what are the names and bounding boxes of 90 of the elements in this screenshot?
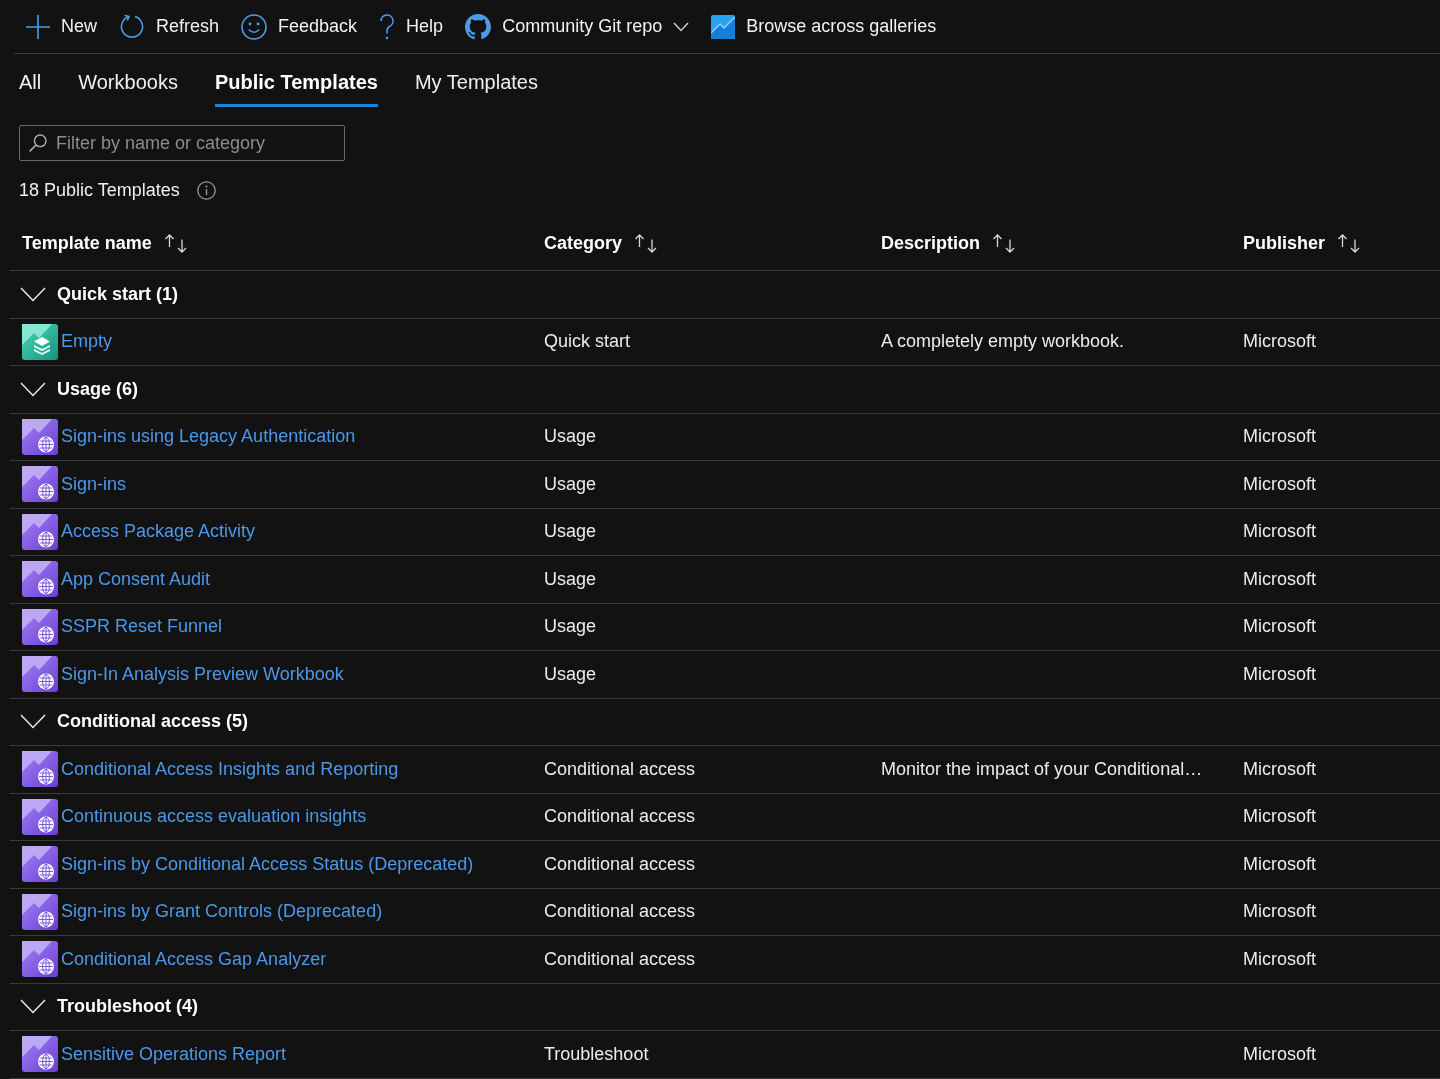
template-link[interactable]: Sensitive Operations Report [61, 1043, 287, 1065]
globe-tile-icon [22, 513, 58, 550]
template-link[interactable]: Sign-In Analysis Preview Workbook [61, 663, 344, 685]
chevron-down-icon[interactable] [20, 999, 46, 1015]
template-link[interactable]: Sign-ins by Grant Controls (Deprecated) [61, 901, 383, 923]
table-cell: Usage [544, 521, 597, 542]
table-cell: Conditional access [544, 901, 696, 922]
globe-tile-icon [22, 893, 58, 930]
table-cell: Microsoft [1243, 948, 1316, 969]
table-cell: Microsoft [1243, 901, 1316, 922]
table-cell: Microsoft [1243, 473, 1316, 494]
globe-tile-icon [22, 798, 58, 835]
search-icon [29, 134, 47, 152]
column-header[interactable]: Category [544, 232, 623, 254]
table-cell: Microsoft [1243, 331, 1316, 352]
table-cell: Microsoft [1243, 853, 1316, 874]
globe-tile-icon [22, 751, 58, 788]
table-cell: Conditional access [544, 758, 696, 779]
group-title: Usage (6) [57, 378, 139, 400]
table-cell: Conditional access [544, 948, 696, 969]
table-cell: Usage [544, 568, 597, 589]
table-cell: Microsoft [1243, 426, 1316, 447]
table-cell: Microsoft [1243, 568, 1316, 589]
chart-tile-icon [711, 14, 736, 39]
smiley-icon [241, 13, 268, 40]
template-link[interactable]: Sign-ins [61, 473, 127, 495]
table-cell: Microsoft [1243, 758, 1316, 779]
tab[interactable]: Workbooks [78, 60, 178, 107]
globe-tile-icon [22, 1036, 58, 1073]
gallery-button[interactable]: Browse across galleries [700, 6, 948, 47]
table-cell: A completely empty workbook. [881, 331, 1125, 352]
table-cell: Usage [544, 473, 597, 494]
sort-icon[interactable] [1337, 233, 1362, 253]
template-link[interactable]: Empty [61, 331, 112, 353]
tab[interactable]: My Templates [414, 60, 538, 107]
template-link[interactable]: Continuous access evaluation insights [61, 806, 367, 828]
chevron-down-icon[interactable] [20, 714, 46, 730]
tab[interactable]: Public Templates [214, 60, 378, 107]
sort-icon[interactable] [163, 233, 188, 253]
table-cell: Microsoft [1243, 521, 1316, 542]
group-title: Troubleshoot (4) [57, 996, 198, 1018]
cat-logo-icon [465, 13, 492, 40]
filter-field[interactable]: Filter by name or category [19, 125, 345, 161]
chevron-down-icon[interactable] [20, 286, 46, 302]
info-icon[interactable] [196, 180, 216, 200]
help-button[interactable]: Help [368, 6, 455, 47]
feedback-button[interactable]: Feedback [230, 6, 369, 47]
template-link[interactable]: SSPR Reset Funnel [61, 616, 223, 638]
group-title: Quick start (1) [57, 283, 179, 305]
table-cell: Microsoft [1243, 1043, 1316, 1064]
globe-tile-icon [22, 608, 58, 645]
globe-tile-icon [22, 656, 58, 693]
table-cell: Troubleshoot [544, 1043, 649, 1064]
sort-icon[interactable] [634, 233, 659, 253]
refresh-icon [119, 13, 145, 40]
table-cell: Microsoft [1243, 616, 1316, 637]
table-cell: Quick start [544, 331, 631, 352]
new-button[interactable]: New [15, 6, 108, 47]
table-cell: Usage [544, 616, 597, 637]
plus-icon [26, 14, 50, 39]
globe-tile-icon [22, 846, 58, 883]
globe-tile-icon [22, 466, 58, 503]
table-cell: Microsoft [1243, 663, 1316, 684]
tab[interactable]: All [19, 60, 42, 107]
template-link[interactable]: Access Package Activity [61, 521, 256, 543]
group-title: Conditional access (5) [57, 711, 249, 733]
column-header[interactable]: Description [881, 232, 981, 254]
repo-dropdown[interactable]: Community Git repo [454, 6, 701, 47]
column-header[interactable]: Template name [22, 232, 152, 254]
refresh-button[interactable]: Refresh [108, 6, 231, 47]
template-link[interactable]: App Consent Audit [61, 568, 211, 590]
globe-tile-icon [22, 561, 58, 598]
column-header[interactable]: Publisher [1243, 232, 1326, 254]
layers-tile-icon [22, 323, 58, 360]
template-link[interactable]: Conditional Access Insights and Reporting [61, 758, 399, 780]
table-cell: Conditional access [544, 806, 696, 827]
globe-tile-icon [22, 418, 58, 455]
chevron-down-icon[interactable] [20, 381, 46, 397]
table-cell: Usage [544, 426, 597, 447]
table-cell: Monitor the impact of your Conditional… [881, 758, 1203, 779]
help-icon [379, 13, 396, 40]
table-cell: Usage [544, 663, 597, 684]
result-count: 18 Public Templates [19, 179, 180, 201]
template-link[interactable]: Conditional Access Gap Analyzer [61, 948, 327, 970]
table-cell: Conditional access [544, 853, 696, 874]
template-link[interactable]: Sign-ins by Conditional Access Status (Deprecated) [61, 853, 474, 875]
template-link[interactable]: Sign-ins using Legacy Authentication [61, 426, 356, 448]
globe-tile-icon [22, 941, 58, 978]
sort-icon[interactable] [992, 233, 1017, 253]
table-cell: Microsoft [1243, 806, 1316, 827]
